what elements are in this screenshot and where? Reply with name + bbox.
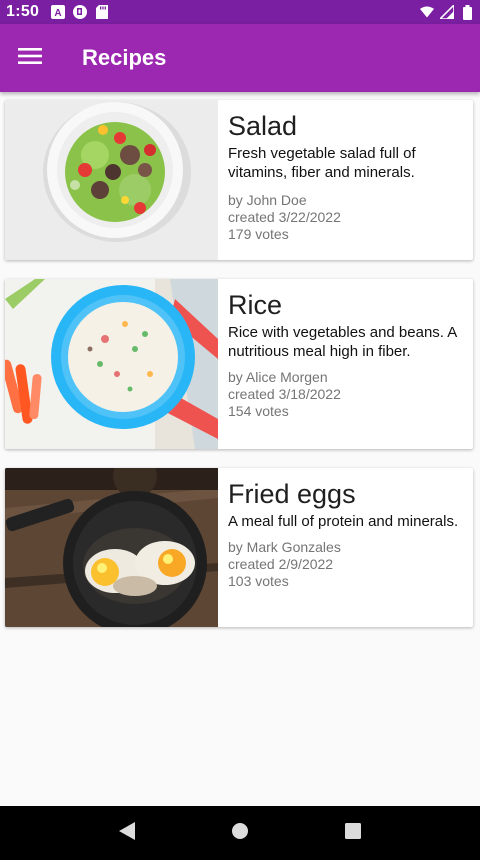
recipe-votes: 103 votes <box>228 573 289 589</box>
recipe-title: Salad <box>228 111 298 141</box>
wifi-icon <box>420 5 434 19</box>
system-nav-bar <box>0 806 480 860</box>
hamburger-menu-icon <box>18 47 42 70</box>
rice-photo <box>5 279 218 449</box>
recipe-card-rice[interactable]: Rice Rice with vegetables and beans. A n… <box>5 279 473 449</box>
back-icon <box>118 821 136 846</box>
recents-icon <box>344 822 362 845</box>
recipe-title: Rice <box>228 290 283 320</box>
status-time: 1:50 <box>6 3 40 20</box>
status-bar: 1:50 A <box>0 0 480 24</box>
recipe-card-body: Salad Fresh vegetable salad full of vita… <box>218 100 473 260</box>
page-title: Recipes <box>82 45 167 70</box>
hamburger-menu-button[interactable] <box>0 24 60 92</box>
app-bar: Recipes <box>0 24 480 92</box>
battery-icon <box>460 4 474 20</box>
recipe-title: Fried eggs <box>228 479 356 509</box>
home-button[interactable] <box>220 813 260 853</box>
recipe-card-body: Rice Rice with vegetables and beans. A n… <box>218 279 473 449</box>
recipe-card-fried-eggs[interactable]: Fried eggs A meal full of protein and mi… <box>5 468 473 627</box>
fried-eggs-photo <box>5 468 218 627</box>
recipe-description: Fresh vegetable salad full of vitamins, … <box>228 145 416 181</box>
recipe-card-body: Fried eggs A meal full of protein and mi… <box>218 468 473 627</box>
signal-icon <box>440 5 454 19</box>
recipe-author: by John Doe <box>228 192 307 208</box>
recipe-description: Rice with vegetables and beans. A nutrit… <box>228 324 457 360</box>
recipe-created: created 3/22/2022 <box>228 209 341 225</box>
recipe-created: created 3/18/2022 <box>228 386 341 402</box>
recipe-created: created 2/9/2022 <box>228 556 334 572</box>
recipe-author: by Mark Gonzales <box>228 539 341 555</box>
recipe-description: A meal full of protein and minerals. <box>228 513 459 530</box>
recipe-author: by Alice Morgen <box>228 369 328 385</box>
sd-card-icon <box>95 5 109 19</box>
salad-photo <box>5 100 218 260</box>
svg-text:A: A <box>55 8 62 19</box>
recipe-card-salad[interactable]: Salad Fresh vegetable salad full of vita… <box>5 100 473 260</box>
a-icon: A <box>51 5 66 19</box>
recents-button[interactable] <box>333 813 373 853</box>
recipe-votes: 154 votes <box>228 403 289 419</box>
cast-icon <box>73 5 88 19</box>
recipe-votes: 179 votes <box>228 226 289 242</box>
home-icon <box>231 822 249 845</box>
back-button[interactable] <box>107 813 147 853</box>
